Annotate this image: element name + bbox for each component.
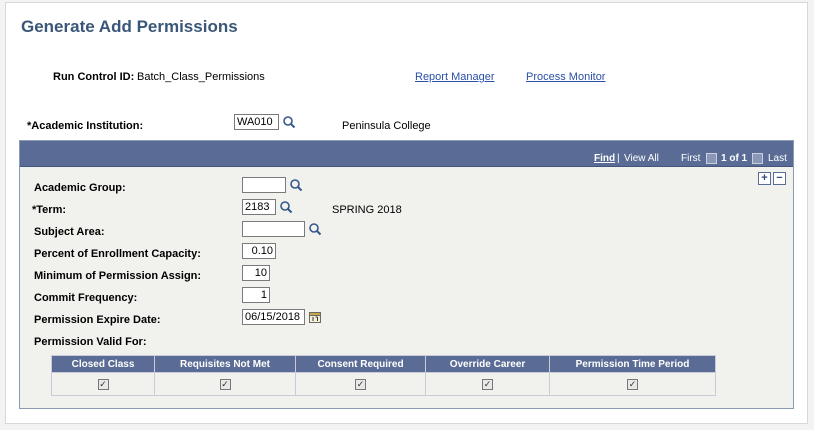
- col-closed-class: Closed Class: [51, 355, 155, 373]
- grid-cell: ✓: [51, 372, 155, 396]
- run-control-label: Run Control ID:: [53, 71, 135, 83]
- col-override-career: Override Career: [425, 355, 550, 373]
- run-control-value: Batch_Class_Permissions: [137, 71, 265, 83]
- academic-institution-input[interactable]: WA010: [234, 114, 279, 130]
- col-consent-required: Consent Required: [295, 355, 426, 373]
- nav-separator: |: [617, 153, 620, 164]
- table-row: ✓ ✓ ✓ ✓ ✓: [51, 372, 716, 396]
- override-career-checkbox[interactable]: ✓: [482, 378, 493, 390]
- find-link[interactable]: Find: [594, 153, 615, 164]
- academic-group-label: Academic Group:: [34, 182, 126, 194]
- min-permission-input[interactable]: 10: [242, 265, 270, 281]
- delete-row-button[interactable]: −: [773, 172, 786, 185]
- next-arrow-icon[interactable]: [752, 153, 763, 164]
- grid-cell: ✓: [295, 372, 426, 396]
- commit-frequency-input[interactable]: 1: [242, 287, 270, 303]
- first-link[interactable]: First: [681, 153, 700, 164]
- grid-cell: ✓: [154, 372, 296, 396]
- permission-valid-label: Permission Valid For:: [34, 336, 147, 348]
- search-icon[interactable]: [289, 178, 303, 192]
- academic-institution-label: *Academic Institution:: [27, 120, 144, 132]
- grid-cell: ✓: [549, 372, 716, 396]
- calendar-icon[interactable]: [309, 311, 321, 323]
- search-icon[interactable]: [308, 222, 322, 236]
- search-icon[interactable]: [282, 115, 296, 129]
- main-panel: Generate Add Permissions Run Control ID:…: [5, 2, 808, 424]
- grid-header-row: Closed Class Requisites Not Met Consent …: [51, 355, 716, 373]
- page-title: Generate Add Permissions: [21, 17, 238, 36]
- institution-description: Peninsula College: [342, 120, 431, 132]
- term-label: *Term:: [32, 204, 67, 216]
- group-header-bar: Find | View All First 1 of 1 Last: [20, 141, 793, 167]
- col-requisites-not-met: Requisites Not Met: [154, 355, 296, 373]
- last-link[interactable]: Last: [768, 153, 787, 164]
- view-all-link[interactable]: View All: [624, 153, 659, 164]
- permission-valid-grid: Closed Class Requisites Not Met Consent …: [51, 355, 716, 396]
- subject-area-input[interactable]: [242, 221, 305, 237]
- closed-class-checkbox[interactable]: ✓: [97, 378, 109, 390]
- col-permission-time-period: Permission Time Period: [549, 355, 716, 373]
- report-manager-link[interactable]: Report Manager: [415, 71, 495, 83]
- expire-date-label: Permission Expire Date:: [34, 314, 161, 326]
- min-permission-label: Minimum of Permission Assign:: [34, 270, 202, 282]
- add-row-button[interactable]: +: [758, 172, 771, 185]
- term-input[interactable]: 2183: [242, 199, 276, 215]
- previous-arrow-icon[interactable]: [706, 153, 717, 164]
- process-monitor-link[interactable]: Process Monitor: [526, 71, 605, 83]
- percent-capacity-input[interactable]: 0.10: [242, 243, 276, 259]
- term-description: SPRING 2018: [332, 204, 402, 216]
- consent-checkbox[interactable]: ✓: [355, 378, 366, 390]
- time-period-checkbox[interactable]: ✓: [627, 378, 638, 390]
- commit-frequency-label: Commit Frequency:: [34, 292, 138, 304]
- academic-group-input[interactable]: [242, 177, 286, 193]
- percent-capacity-label: Percent of Enrollment Capacity:: [34, 248, 201, 260]
- subject-area-label: Subject Area:: [34, 226, 105, 238]
- paging-text: 1 of 1: [721, 153, 748, 164]
- search-icon[interactable]: [279, 200, 293, 214]
- expire-date-input[interactable]: 06/15/2018: [242, 309, 305, 325]
- requisites-checkbox[interactable]: ✓: [219, 378, 231, 390]
- grid-cell: ✓: [425, 372, 550, 396]
